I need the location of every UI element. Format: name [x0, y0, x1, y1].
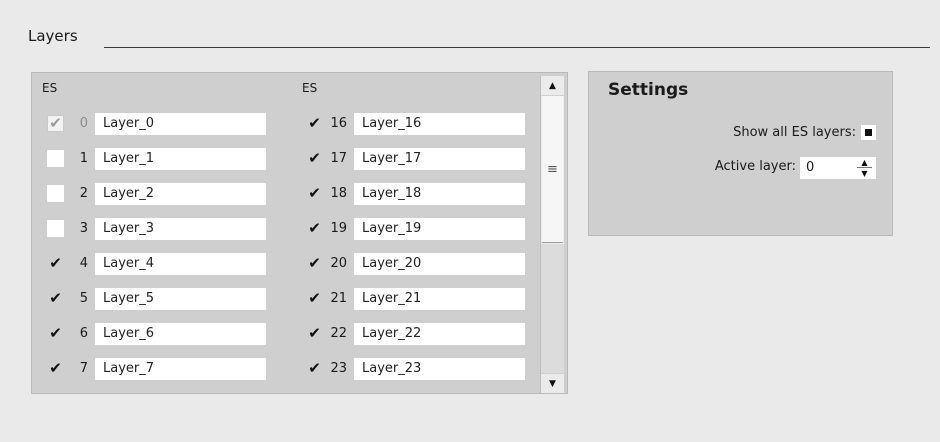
- layer-row: 3 Layer_3: [47, 216, 266, 241]
- layer-row: ✔ 20 Layer_20: [306, 251, 525, 276]
- active-layer-spinner[interactable]: ▲ ▼: [853, 157, 876, 179]
- layer-visible-checkbox[interactable]: ✔: [306, 185, 323, 202]
- layer-number: 21: [330, 291, 347, 306]
- spin-down-icon[interactable]: ▼: [853, 168, 876, 179]
- active-layer-input[interactable]: 0: [800, 157, 853, 179]
- layer-visible-checkbox[interactable]: ✔: [306, 220, 323, 237]
- layer-number: 16: [330, 116, 347, 131]
- layer-name-input[interactable]: Layer_21: [354, 287, 525, 310]
- layer-visible-checkbox[interactable]: [47, 150, 64, 167]
- layer-row: ✔ 22 Layer_22: [306, 321, 525, 346]
- layer-number: 6: [79, 326, 88, 341]
- layer-number: 7: [79, 361, 88, 376]
- layer-row: ✔ 17 Layer_17: [306, 146, 525, 171]
- layer-name-input[interactable]: Layer_23: [354, 357, 525, 380]
- triangle-up-icon: ▲: [549, 80, 556, 91]
- layer-visible-checkbox[interactable]: [47, 185, 64, 202]
- left-column-header: ES: [42, 81, 58, 95]
- triangle-down-icon: ▼: [549, 378, 556, 389]
- scroll-track[interactable]: [541, 244, 564, 374]
- layer-name-input[interactable]: Layer_22: [354, 322, 525, 345]
- layer-visible-checkbox[interactable]: ✔: [306, 290, 323, 307]
- layer-row: ✔ 0 Layer_0: [47, 111, 266, 136]
- layer-row: ✔ 5 Layer_5: [47, 286, 266, 311]
- layers-section-title: Layers: [28, 27, 78, 45]
- layers-list-panel: ES ES ✔ 0 Layer_0 1 Layer_1 2 Layer_2 3 Layer_3 ✔…: [31, 72, 568, 394]
- layer-row: ✔ 16 Layer_16: [306, 111, 525, 136]
- layer-number: 18: [330, 186, 347, 201]
- scroll-grip-icon: ≡: [547, 161, 558, 177]
- scroll-down-button[interactable]: ▼: [541, 373, 564, 393]
- layer-number: 3: [79, 221, 88, 236]
- layer-name-input[interactable]: Layer_19: [354, 217, 525, 240]
- layer-name-input[interactable]: Layer_0: [95, 112, 266, 135]
- layer-row: 2 Layer_2: [47, 181, 266, 206]
- layer-name-input[interactable]: Layer_16: [354, 112, 525, 135]
- layer-number: 0: [79, 116, 88, 131]
- layer-visible-checkbox[interactable]: ✔: [306, 325, 323, 342]
- layer-number: 1: [79, 151, 88, 166]
- layer-row: ✔ 7 Layer_7: [47, 356, 266, 381]
- layer-visible-checkbox[interactable]: ✔: [306, 115, 323, 132]
- section-divider: [104, 47, 930, 48]
- layer-name-input[interactable]: Layer_2: [95, 182, 266, 205]
- layer-name-input[interactable]: Layer_6: [95, 322, 266, 345]
- layer-row: ✔ 23 Layer_23: [306, 356, 525, 381]
- layer-number: 17: [330, 151, 347, 166]
- layer-name-input[interactable]: Layer_1: [95, 147, 266, 170]
- layer-name-input[interactable]: Layer_4: [95, 252, 266, 275]
- show-all-layers-label: Show all ES layers:: [733, 125, 856, 140]
- layer-visible-checkbox[interactable]: ✔: [47, 255, 64, 272]
- layer-row: ✔ 18 Layer_18: [306, 181, 525, 206]
- layer-row: ✔ 21 Layer_21: [306, 286, 525, 311]
- layer-row: ✔ 6 Layer_6: [47, 321, 266, 346]
- layer-number: 19: [330, 221, 347, 236]
- layer-name-input[interactable]: Layer_5: [95, 287, 266, 310]
- layer-visible-checkbox[interactable]: ✔: [306, 360, 323, 377]
- layer-visible-checkbox: ✔: [47, 115, 64, 132]
- layer-visible-checkbox[interactable]: ✔: [306, 150, 323, 167]
- show-all-layers-checkbox[interactable]: [861, 125, 876, 140]
- scroll-up-button[interactable]: ▲: [541, 76, 564, 96]
- layer-number: 2: [79, 186, 88, 201]
- vertical-scrollbar[interactable]: ▲ ≡ ▼: [540, 76, 564, 393]
- layer-name-input[interactable]: Layer_18: [354, 182, 525, 205]
- layer-visible-checkbox[interactable]: [47, 220, 64, 237]
- indeterminate-mark-icon: [865, 129, 872, 136]
- right-column-header: ES: [302, 81, 318, 95]
- settings-panel: Settings Show all ES layers: Active laye…: [588, 71, 893, 236]
- layer-row: ✔ 19 Layer_19: [306, 216, 525, 241]
- layer-row: ✔ 4 Layer_4: [47, 251, 266, 276]
- layer-visible-checkbox[interactable]: ✔: [47, 360, 64, 377]
- layer-number: 23: [330, 361, 347, 376]
- active-layer-label: Active layer:: [714, 159, 796, 174]
- layer-name-input[interactable]: Layer_7: [95, 357, 266, 380]
- layer-number: 5: [79, 291, 88, 306]
- layer-visible-checkbox[interactable]: ✔: [47, 290, 64, 307]
- layer-number: 20: [330, 256, 347, 271]
- layer-visible-checkbox[interactable]: ✔: [47, 325, 64, 342]
- layer-name-input[interactable]: Layer_20: [354, 252, 525, 275]
- layer-name-input[interactable]: Layer_17: [354, 147, 525, 170]
- layer-visible-checkbox[interactable]: ✔: [306, 255, 323, 272]
- scroll-thumb[interactable]: ≡: [542, 96, 563, 243]
- layer-name-input[interactable]: Layer_3: [95, 217, 266, 240]
- layer-number: 4: [79, 256, 88, 271]
- settings-title: Settings: [608, 80, 689, 100]
- layer-row: 1 Layer_1: [47, 146, 266, 171]
- layer-number: 22: [330, 326, 347, 341]
